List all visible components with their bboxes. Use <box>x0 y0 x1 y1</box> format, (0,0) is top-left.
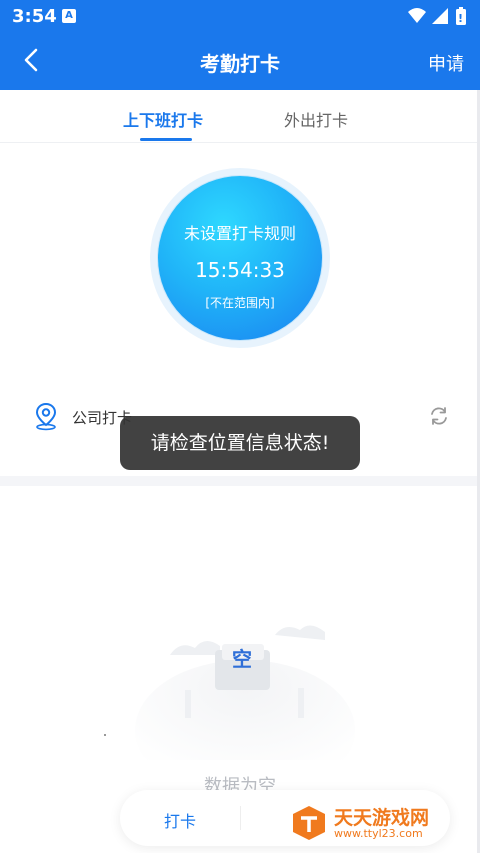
signal-icon <box>432 8 448 24</box>
tab-commute-punch[interactable]: 上下班打卡 <box>123 107 203 131</box>
bottom-tab-punch[interactable]: 打卡 <box>164 808 196 832</box>
bottom-nav-separator <box>240 806 241 830</box>
tab-field-punch[interactable]: 外出打卡 <box>284 107 348 131</box>
punch-button[interactable]: 未设置打卡规则 15:54:33 [不在范围内] <box>158 176 322 340</box>
system-status-icons: ! <box>408 7 466 25</box>
punch-range-status: [不在范围内] <box>205 296 275 310</box>
empty-badge-text: 空 <box>232 647 252 671</box>
punch-tabs: 上下班打卡 外出打卡 <box>0 90 480 143</box>
punch-rule-text: 未设置打卡规则 <box>183 224 296 243</box>
punch-clock: 15:54:33 <box>195 258 285 282</box>
apply-button[interactable]: 申请 <box>428 50 464 76</box>
toast-message: 请检查位置信息状态! <box>120 416 360 470</box>
refresh-icon[interactable] <box>428 405 450 427</box>
page-title: 考勤打卡 <box>200 52 280 76</box>
empty-box-illustration: 空 <box>135 625 355 760</box>
watermark-logo-icon <box>293 806 325 840</box>
status-time: 3:54 <box>12 6 57 27</box>
watermark-name: 天天游戏网 <box>334 807 430 829</box>
svg-text:!: ! <box>458 12 463 25</box>
wifi-icon <box>408 8 426 23</box>
app-bar: 考勤打卡 申请 <box>0 34 480 90</box>
watermark: 天天游戏网 www.ttyl23.com <box>284 800 446 846</box>
active-tab-indicator <box>140 138 192 141</box>
watermark-url: www.ttyl23.com <box>334 827 423 840</box>
status-bar: 3:54 A ! <box>0 0 480 34</box>
stray-dot <box>104 734 106 736</box>
location-pin-icon <box>35 402 57 431</box>
section-divider <box>0 476 480 486</box>
notification-a-icon: A <box>62 9 76 23</box>
top-bar: 3:54 A ! 考勤打卡 申请 <box>0 0 480 90</box>
